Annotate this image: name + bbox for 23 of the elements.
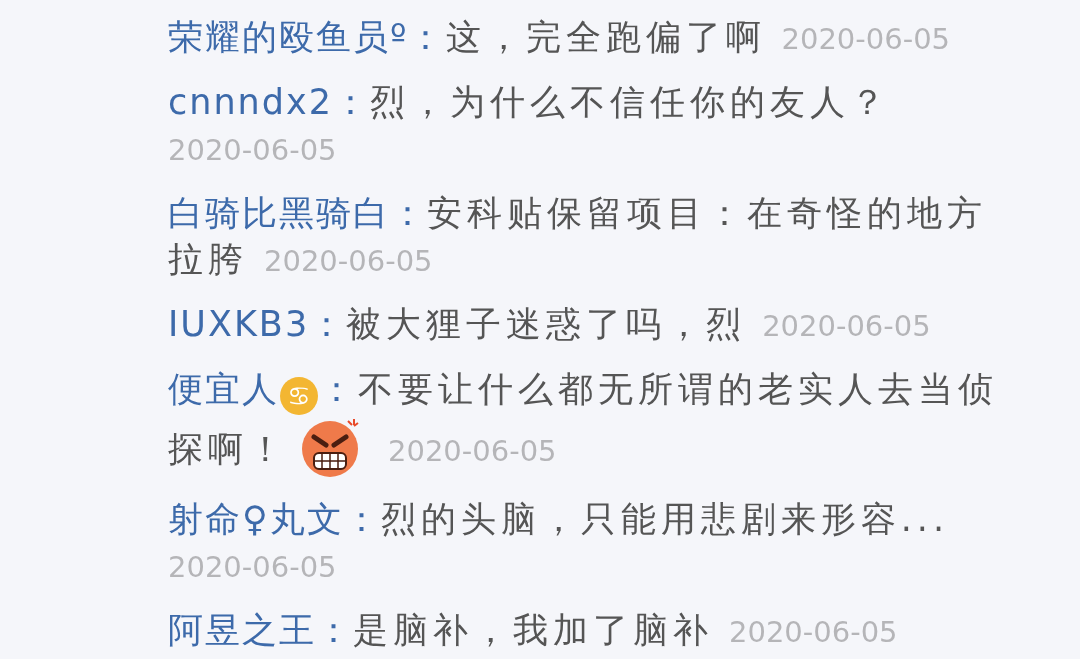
comment-date: 2020-06-05 [388,434,557,468]
comment-author[interactable]: cnnndx2： [168,82,370,122]
comment-date: 2020-06-05 [264,244,433,278]
comment-author[interactable]: IUXKB3： [168,304,347,344]
comment-date: 2020-06-05 [729,615,898,649]
comment-author[interactable]: 便宜人 [168,369,279,409]
comment-author[interactable]: 阿昱之王： [168,610,353,650]
author-colon: ： [319,369,358,409]
comment: 阿昱之王：是脑补，我加了脑补 2020-06-05 [168,609,899,652]
comment-date: 2020-06-05 [168,133,337,167]
comment: 便宜人 ♋ ：不要让什么都无所谓的老实人去当侦探啊！ 2020-06-05 [168,366,1010,479]
comment: 白骑比黑骑白：安科贴保留项目：在奇怪的地方拉胯 2020-06-05 [168,192,988,281]
zodiac-badge: ♋ [280,377,318,415]
comment: 射命♀丸文：烈的头脑，只能用悲剧来形容... 2020-06-05 [168,498,951,586]
comment-date: 2020-06-05 [762,309,931,343]
comment: 荣耀的殴鱼员º：这，完全跑偏了啊 2020-06-05 [168,16,952,59]
comment-date: 2020-06-05 [781,22,951,56]
comment: cnnndx2：烈，为什么不信任你的友人？ 2020-06-05 [168,81,891,169]
comment-date: 2020-06-05 [168,550,337,584]
comment-author[interactable]: 射命♀丸文： [168,499,381,539]
comment: IUXKB3：被大狸子迷惑了吗，烈 2020-06-05 [168,303,932,346]
comment-author[interactable]: 白骑比黑骑白： [168,193,427,233]
comment-author[interactable]: 荣耀的殴鱼员º： [168,17,446,57]
